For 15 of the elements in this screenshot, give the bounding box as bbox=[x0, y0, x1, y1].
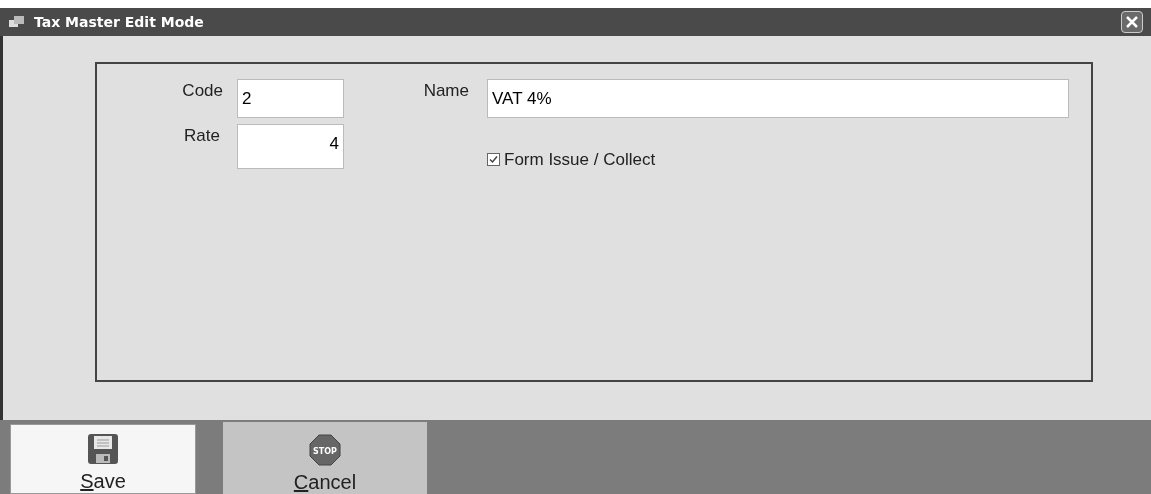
window-title: Tax Master Edit Mode bbox=[34, 12, 204, 32]
field-label: Code bbox=[181, 80, 223, 102]
close-button[interactable] bbox=[1121, 11, 1143, 33]
window-app-icon bbox=[8, 15, 26, 29]
field-label: Name bbox=[422, 80, 469, 102]
checkbox-label: Form Issue / Collect bbox=[504, 149, 656, 171]
close-icon bbox=[1125, 15, 1139, 29]
field-label: Rate bbox=[183, 125, 220, 147]
stop-sign-icon: STOP bbox=[309, 434, 341, 466]
input-field[interactable]: 2 bbox=[237, 79, 344, 118]
save-button[interactable]: Save bbox=[10, 424, 196, 494]
input-field[interactable]: 4 bbox=[237, 124, 344, 169]
checkbox[interactable] bbox=[487, 153, 500, 167]
input-field[interactable]: VAT 4% bbox=[487, 79, 1069, 118]
cancel-button[interactable]: STOP Cancel bbox=[223, 422, 427, 494]
